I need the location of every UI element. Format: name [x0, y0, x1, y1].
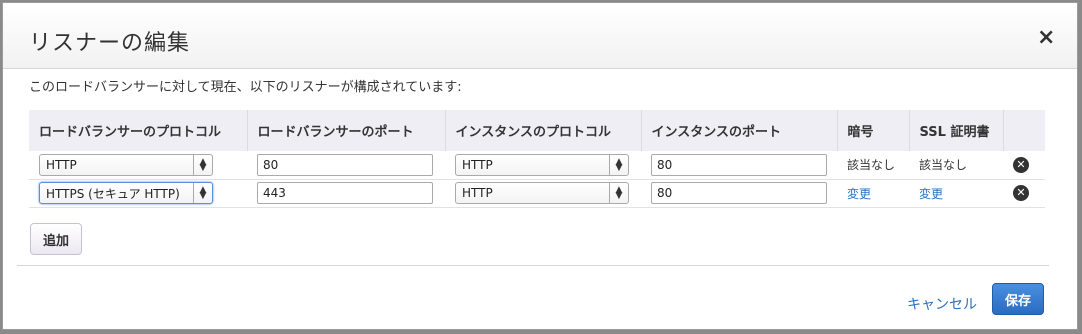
lb-protocol-value: HTTPS (セキュア HTTP) [46, 186, 180, 201]
edit-listeners-dialog: リスナーの編集 × このロードバランサーに対して現在、以下のリスナーが構成されて… [2, 2, 1078, 330]
save-button[interactable]: 保存 [992, 283, 1044, 315]
col-instance-port: インスタンスのポート [641, 110, 838, 151]
dialog-header: リスナーの編集 × [3, 3, 1077, 69]
listeners-table: ロードバランサーのプロトコル ロードバランサーのポート インスタンスのプロトコル… [29, 110, 1045, 208]
lb-protocol-value: HTTP [46, 157, 77, 172]
col-lb-port: ロードバランサーのポート [247, 110, 446, 151]
col-lb-protocol: ロードバランサーのプロトコル [29, 110, 248, 151]
instance-protocol-value: HTTP [462, 157, 493, 172]
chevron-updown-icon: ▲ ▼ [609, 183, 628, 203]
lb-port-input[interactable] [257, 182, 433, 204]
chevron-updown-icon: ▲ ▼ [609, 154, 628, 175]
change-ssl-cert-link[interactable]: 変更 [919, 187, 943, 201]
col-actions [1003, 110, 1045, 151]
chevron-updown-icon: ▲ ▼ [193, 154, 212, 175]
table-row: HTTP ▲▼ HTTP ▲▼ 該当なし 該当なし [29, 151, 1045, 180]
chevron-updown-icon: ▲ ▼ [193, 183, 212, 203]
col-cipher: 暗号 [837, 110, 910, 151]
lb-protocol-select[interactable]: HTTP ▲ ▼ [39, 153, 213, 176]
instance-port-input[interactable] [651, 182, 827, 204]
lb-protocol-select[interactable]: HTTPS (セキュア HTTP) ▲ ▼ [39, 182, 213, 204]
instance-protocol-value: HTTP [462, 186, 493, 200]
lb-port-input[interactable] [257, 153, 433, 176]
cancel-link[interactable]: キャンセル [907, 294, 977, 314]
add-listener-button[interactable]: 追加 [30, 223, 82, 255]
dialog-title: リスナーの編集 [29, 31, 191, 56]
col-instance-protocol: インスタンスのプロトコル [445, 110, 642, 151]
cipher-value: 該当なし [837, 151, 909, 180]
remove-circle-icon[interactable]: ✕ [1013, 156, 1029, 173]
footer-divider [17, 265, 1049, 266]
table-header-row: ロードバランサーのプロトコル ロードバランサーのポート インスタンスのプロトコル… [29, 110, 1045, 151]
change-cipher-link[interactable]: 変更 [847, 187, 871, 201]
col-ssl-cert: SSL 証明書 [909, 110, 1004, 151]
table-row: HTTPS (セキュア HTTP) ▲▼ HTTP ▲▼ 変更 [29, 179, 1045, 208]
instance-protocol-select[interactable]: HTTP ▲ ▼ [455, 153, 629, 176]
instance-protocol-select[interactable]: HTTP ▲ ▼ [455, 182, 629, 204]
instance-port-input[interactable] [651, 153, 827, 176]
dialog-description: このロードバランサーに対して現在、以下のリスナーが構成されています: [29, 80, 462, 95]
ssl-cert-value: 該当なし [909, 151, 1003, 180]
remove-circle-icon[interactable]: ✕ [1013, 185, 1029, 201]
close-icon[interactable]: × [1037, 27, 1055, 49]
